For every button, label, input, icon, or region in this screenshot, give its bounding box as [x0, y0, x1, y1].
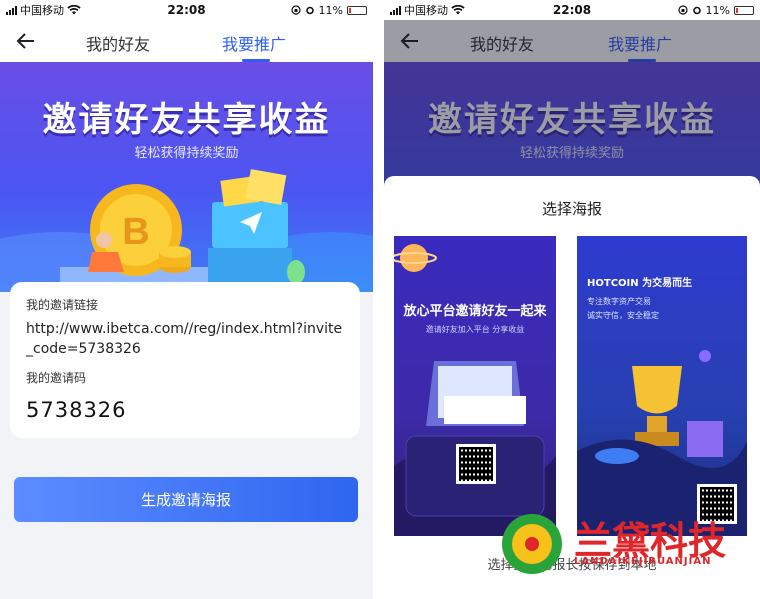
svg-text:B: B: [122, 211, 149, 253]
wifi-icon: [67, 5, 81, 15]
poster-1-qr-code: [456, 444, 496, 484]
wheel-logo-icon: [502, 514, 562, 574]
poster-2-subtitle-2: 诚实守信，安全稳定: [587, 311, 659, 320]
battery-icon: [347, 5, 367, 15]
signal-icon: [6, 5, 17, 15]
status-bar: 中国移动 22:08 11%: [0, 0, 373, 20]
battery-level: [736, 7, 738, 13]
status-bar: 中国移动 22:08 11%: [384, 0, 760, 20]
rotation-lock-icon: [677, 5, 688, 15]
watermark-logo: 兰黛科技 LANDAIKEJIRUANJIAN: [500, 510, 740, 580]
status-time: 22:08: [552, 3, 592, 17]
poster-1-subtitle: 邀请好友加入平台 分享收益: [425, 325, 525, 334]
poster-2-subtitle-1: 专注数字资产交易: [587, 297, 651, 306]
invite-link-value[interactable]: http://www.ibetca.com//reg/index.html?in…: [26, 319, 344, 359]
invite-code-label: 我的邀请码: [26, 371, 87, 385]
back-arrow-icon[interactable]: [14, 29, 38, 53]
poster-2-brand: HOTCOIN 为交易而生: [587, 278, 693, 289]
invite-screen: 中国移动 22:08 11% 我的好友 我要推广 邀请好友共享收益 轻松获得持续…: [0, 0, 373, 599]
nav-bar: 我的好友 我要推广: [0, 20, 373, 62]
wifi-icon: [451, 5, 465, 15]
rotation-lock-icon: [290, 5, 301, 15]
poster-option-1[interactable]: 放心平台邀请好友一起来 邀请好友加入平台 分享收益: [394, 236, 556, 536]
sheet-title: 选择海报: [541, 200, 602, 218]
invite-code-value[interactable]: 5738326: [26, 398, 344, 422]
invite-info-card: 我的邀请链接 http://www.ibetca.com//reg/index.…: [10, 282, 360, 438]
carrier-name: 中国移动: [404, 4, 448, 17]
poster-1-artwork: [394, 244, 556, 536]
generate-poster-button[interactable]: 生成邀请海报: [14, 477, 358, 522]
trophy-icon: [632, 366, 682, 414]
tab-my-friends[interactable]: 我的好友: [86, 31, 150, 55]
promo-banner: 邀请好友共享收益 轻松获得持续奖励 B: [0, 62, 373, 292]
poster-1-headline: 放心平台邀请好友一起来: [403, 304, 547, 319]
carrier-name: 中国移动: [20, 4, 64, 17]
battery-percent: 11%: [318, 3, 343, 17]
battery-level: [349, 7, 351, 13]
alarm-icon: [692, 6, 701, 15]
signal-icon: [390, 5, 401, 15]
tab-promote[interactable]: 我要推广: [222, 31, 286, 55]
alarm-icon: [305, 6, 314, 15]
poster-option-2[interactable]: HOTCOIN 为交易而生 专注数字资产交易 诚实守信，安全稳定: [577, 236, 747, 536]
watermark-subtext: LANDAIKEJIRUANJIAN: [574, 556, 712, 567]
battery-percent: 11%: [705, 3, 730, 17]
battery-icon: [734, 5, 754, 15]
person-figure: [96, 232, 112, 248]
invite-link-label: 我的邀请链接: [26, 298, 99, 312]
banner-illustration: B: [0, 169, 373, 292]
status-time: 22:08: [167, 3, 206, 17]
